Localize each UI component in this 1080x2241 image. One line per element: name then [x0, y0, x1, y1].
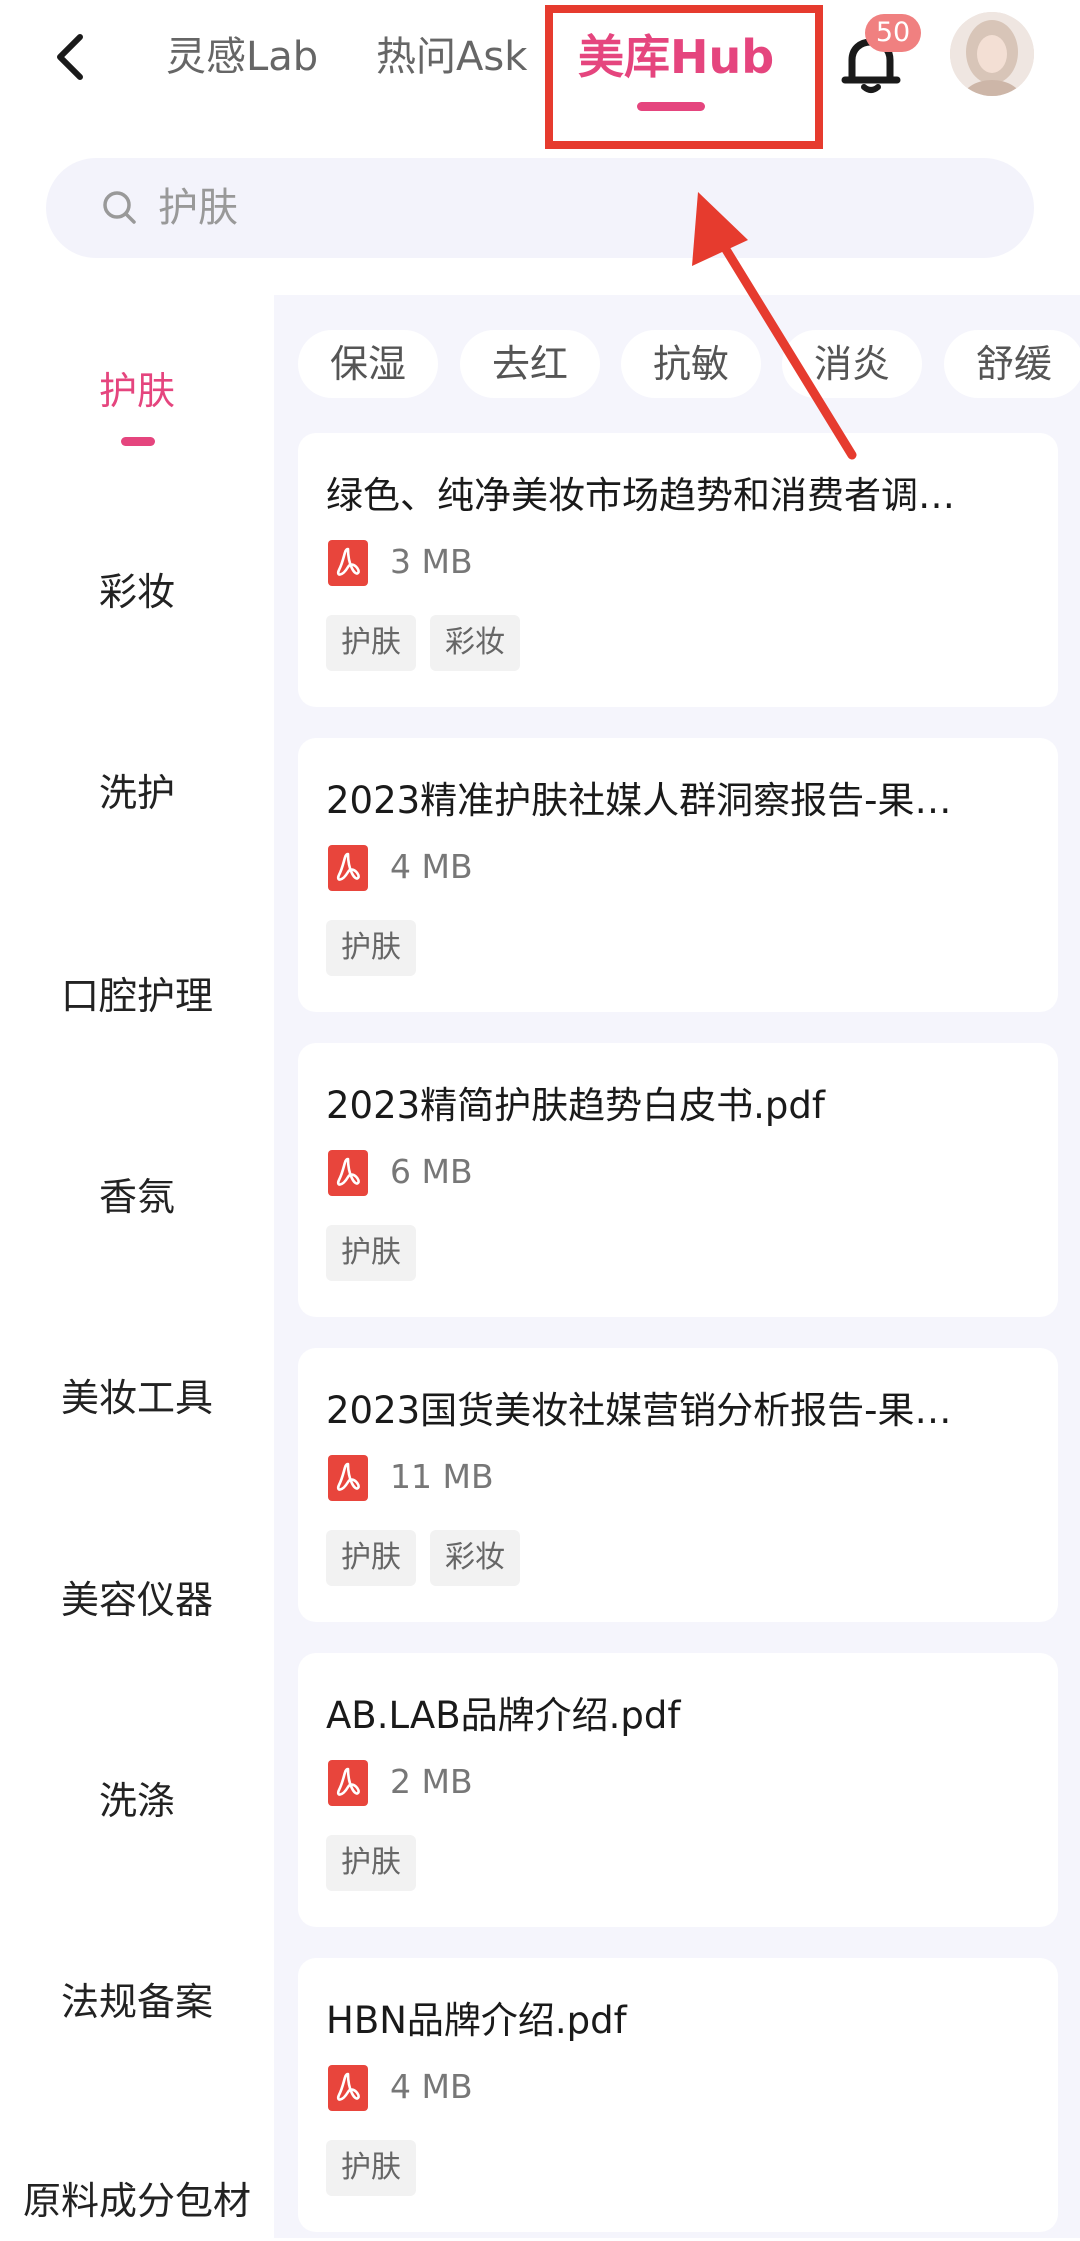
- document-card[interactable]: 2023国货美妆社媒营销分析报告-果… 11 MB 护肤 彩妆: [298, 1348, 1058, 1622]
- pdf-icon: [328, 2065, 368, 2111]
- document-title: 2023精简护肤趋势白皮书.pdf: [326, 1084, 825, 1127]
- user-avatar-icon: [950, 12, 1034, 96]
- tab-hot-ask[interactable]: 热问Ask: [376, 22, 527, 92]
- sidebar-item-beauty-devices[interactable]: 美容仪器: [0, 1560, 274, 1640]
- sidebar-item-beauty-tools[interactable]: 美妆工具: [0, 1358, 274, 1438]
- document-card[interactable]: 2023精准护肤社媒人群洞察报告-果… 4 MB 护肤: [298, 738, 1058, 1012]
- sidebar-item-skincare[interactable]: 护肤: [0, 351, 274, 431]
- document-file-size: 6 MB: [390, 1152, 473, 1191]
- document-tags: 护肤 彩妆: [326, 615, 520, 671]
- sidebar-item-laundry[interactable]: 洗涤: [0, 1761, 274, 1841]
- document-title: 2023精准护肤社媒人群洞察报告-果…: [326, 779, 952, 822]
- tag-skincare: 护肤: [326, 1225, 416, 1281]
- sidebar-item-fragrance[interactable]: 香氛: [0, 1157, 274, 1237]
- document-tags: 护肤: [326, 1835, 416, 1891]
- notification-count-badge: 50: [865, 14, 921, 52]
- document-file-size: 4 MB: [390, 847, 473, 886]
- sidebar-item-makeup[interactable]: 彩妆: [0, 552, 274, 632]
- filter-chip-anti-sensitivity[interactable]: 抗敏: [621, 330, 761, 398]
- pdf-icon: [328, 1760, 368, 1806]
- document-tags: 护肤 彩妆: [326, 1530, 520, 1586]
- document-file-size: 3 MB: [390, 542, 473, 581]
- document-card[interactable]: 绿色、纯净美妆市场趋势和消费者调… 3 MB 护肤 彩妆: [298, 433, 1058, 707]
- tag-skincare: 护肤: [326, 615, 416, 671]
- tab-inspiration-lab[interactable]: 灵感Lab: [166, 22, 318, 92]
- sidebar-item-oral-care[interactable]: 口腔护理: [0, 956, 274, 1036]
- tag-makeup: 彩妆: [430, 615, 520, 671]
- back-button[interactable]: [40, 22, 100, 92]
- top-navigation-bar: 灵感Lab 热问Ask 美库Hub 50: [0, 0, 1080, 149]
- filter-chip-redness-relief[interactable]: 去红: [460, 330, 600, 398]
- document-title: 绿色、纯净美妆市场趋势和消费者调…: [326, 474, 955, 517]
- document-file-size: 4 MB: [390, 2067, 473, 2106]
- filter-chip-moisturizing[interactable]: 保湿: [298, 330, 438, 398]
- sidebar-item-hair-body-care[interactable]: 洗护: [0, 753, 274, 833]
- pdf-icon: [328, 1455, 368, 1501]
- document-title: HBN品牌介绍.pdf: [326, 1999, 627, 2042]
- category-sidebar: 护肤 彩妆 洗护 口腔护理 香氛 美妆工具 美容仪器 洗涤 法规备案 原料成分包…: [0, 295, 274, 2238]
- document-title: 2023国货美妆社媒营销分析报告-果…: [326, 1389, 952, 1432]
- tag-skincare: 护肤: [326, 2140, 416, 2196]
- sidebar-item-regulations[interactable]: 法规备案: [0, 1962, 274, 2042]
- search-bar[interactable]: [46, 158, 1034, 258]
- document-card[interactable]: 2023精简护肤趋势白皮书.pdf 6 MB 护肤: [298, 1043, 1058, 1317]
- document-file-size: 2 MB: [390, 1762, 473, 1801]
- filter-chip-anti-inflammatory[interactable]: 消炎: [782, 330, 922, 398]
- pdf-icon: [328, 845, 368, 891]
- document-card[interactable]: AB.LAB品牌介绍.pdf 2 MB 护肤: [298, 1653, 1058, 1927]
- tag-skincare: 护肤: [326, 1835, 416, 1891]
- pdf-icon: [328, 540, 368, 586]
- document-tags: 护肤: [326, 920, 416, 976]
- pdf-icon: [328, 1150, 368, 1196]
- document-title: AB.LAB品牌介绍.pdf: [326, 1694, 681, 1737]
- sidebar-item-ingredients-packaging[interactable]: 原料成分包材: [0, 2161, 274, 2241]
- tag-skincare: 护肤: [326, 920, 416, 976]
- document-file-size: 11 MB: [390, 1457, 494, 1496]
- active-category-indicator: [121, 437, 155, 446]
- filter-chip-soothing[interactable]: 舒缓: [944, 330, 1080, 398]
- document-tags: 护肤: [326, 1225, 416, 1281]
- annotation-highlight-box: [545, 5, 823, 149]
- document-tags: 护肤: [326, 2140, 416, 2196]
- document-list-panel: 保湿 去红 抗敏 消炎 舒缓 绿色、纯净美妆市场趋势和消费者调… 3 MB 护肤…: [274, 295, 1080, 2238]
- chevron-left-icon: [57, 34, 83, 80]
- document-card[interactable]: HBN品牌介绍.pdf 4 MB 护肤: [298, 1958, 1058, 2232]
- tag-skincare: 护肤: [326, 1530, 416, 1586]
- search-icon: [103, 191, 136, 224]
- search-input[interactable]: [158, 158, 978, 258]
- tag-makeup: 彩妆: [430, 1530, 520, 1586]
- avatar[interactable]: [950, 12, 1034, 96]
